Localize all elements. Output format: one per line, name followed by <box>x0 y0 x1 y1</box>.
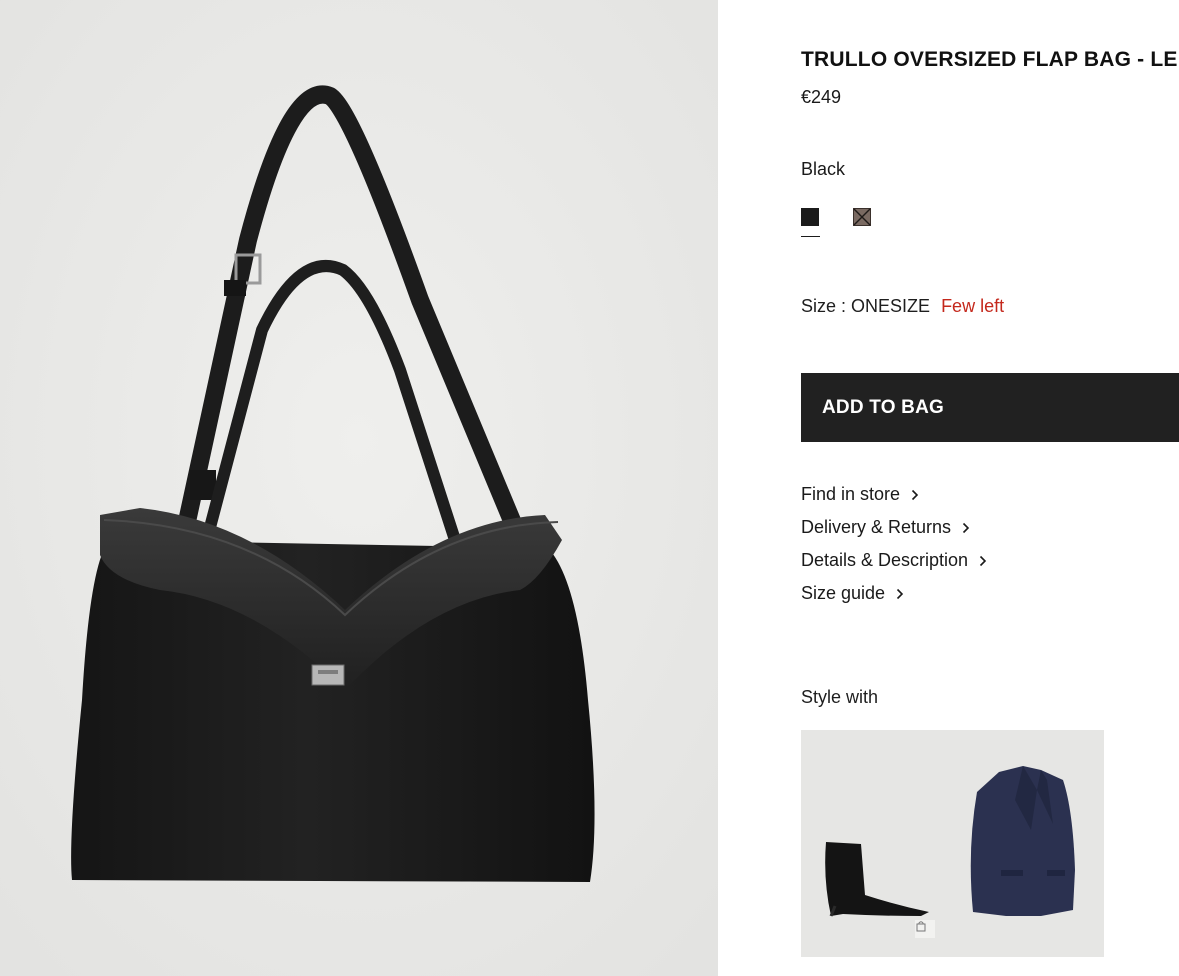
unavailable-cross-icon <box>853 208 871 226</box>
stock-warning: Few left <box>941 296 1005 316</box>
info-links: Find in store Delivery & Returns Details… <box>801 478 987 610</box>
style-with-heading: Style with <box>801 687 879 707</box>
chevron-right-icon <box>896 588 904 600</box>
product-title: TRULLO OVERSIZED FLAP BAG - LE <box>801 48 1178 71</box>
add-to-bag-button[interactable]: ADD TO BAG <box>801 373 1179 442</box>
shopping-bag-icon[interactable] <box>915 920 935 938</box>
color-swatch-black[interactable] <box>801 208 819 226</box>
product-info-panel: TRULLO OVERSIZED FLAP BAG - LE €249 Blac… <box>801 0 1179 976</box>
size-guide-link[interactable]: Size guide <box>801 577 987 610</box>
chevron-right-icon <box>911 489 919 501</box>
link-label: Delivery & Returns <box>801 517 952 537</box>
link-label: Details & Description <box>801 550 969 570</box>
selected-swatch-indicator <box>801 236 820 237</box>
size-label: Size : ONESIZE <box>801 296 931 316</box>
bag-photo <box>0 0 718 976</box>
details-description-link[interactable]: Details & Description <box>801 544 987 577</box>
color-swatch-unavailable[interactable] <box>853 208 871 226</box>
find-in-store-link[interactable]: Find in store <box>801 478 987 511</box>
delivery-returns-link[interactable]: Delivery & Returns <box>801 511 987 544</box>
selected-color-label: Black <box>801 159 846 179</box>
style-with-card[interactable] <box>801 730 1104 957</box>
product-image[interactable] <box>0 0 718 976</box>
link-label: Size guide <box>801 583 886 603</box>
style-with-photo <box>801 730 1104 957</box>
navy-coat-photo <box>970 766 1075 916</box>
link-label: Find in store <box>801 484 901 504</box>
chevron-right-icon <box>979 555 987 567</box>
product-price: €249 <box>801 87 842 107</box>
size-info: Size : ONESIZE Few left <box>801 296 1004 317</box>
chevron-right-icon <box>962 522 970 534</box>
